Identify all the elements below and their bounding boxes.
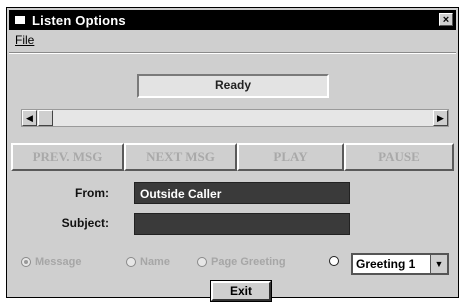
radio-icon <box>197 257 207 267</box>
chevron-down-icon[interactable]: ▼ <box>430 255 447 273</box>
scroll-thumb[interactable] <box>38 110 53 126</box>
exit-button[interactable]: Exit <box>210 280 272 302</box>
listen-options-window: Listen Options × File Ready ◀ ▶ PREV. MS… <box>6 7 459 302</box>
close-icon[interactable]: × <box>439 13 453 26</box>
window-title: Listen Options <box>32 12 126 28</box>
greeting-radio[interactable] <box>329 256 343 266</box>
playback-controls: PREV. MSG NEXT MSG PLAY PAUSE <box>11 143 454 171</box>
page-greeting-radio-label: Page Greeting <box>211 256 286 268</box>
menu-bar: File <box>9 32 456 49</box>
subject-label: Subject: <box>61 216 109 230</box>
menu-separator <box>9 52 456 54</box>
window-menu-icon[interactable] <box>15 16 25 24</box>
name-radio[interactable]: Name <box>126 256 170 268</box>
scroll-left-arrow-icon[interactable]: ◀ <box>22 110 37 126</box>
scroll-right-arrow-icon[interactable]: ▶ <box>433 110 448 126</box>
from-field[interactable]: Outside Caller <box>134 182 350 204</box>
menu-file[interactable]: File <box>15 33 34 47</box>
status-display: Ready <box>137 74 329 98</box>
pause-button[interactable]: PAUSE <box>344 143 454 171</box>
greeting-select-value: Greeting 1 <box>356 257 416 271</box>
radio-icon <box>126 257 136 267</box>
greeting-select[interactable]: Greeting 1 ▼ <box>351 253 449 275</box>
next-msg-button[interactable]: NEXT MSG <box>124 143 237 171</box>
prev-msg-button[interactable]: PREV. MSG <box>11 143 124 171</box>
message-radio-label: Message <box>35 256 82 268</box>
page-greeting-radio[interactable]: Page Greeting <box>197 256 286 268</box>
radio-selected-icon <box>21 257 31 267</box>
title-bar: Listen Options × <box>9 10 456 30</box>
position-scrollbar[interactable]: ◀ ▶ <box>21 109 449 127</box>
name-radio-label: Name <box>140 256 170 268</box>
subject-field[interactable] <box>134 213 350 235</box>
from-label: From: <box>75 186 109 200</box>
radio-icon <box>329 256 339 266</box>
play-button[interactable]: PLAY <box>237 143 344 171</box>
message-radio[interactable]: Message <box>21 256 81 268</box>
